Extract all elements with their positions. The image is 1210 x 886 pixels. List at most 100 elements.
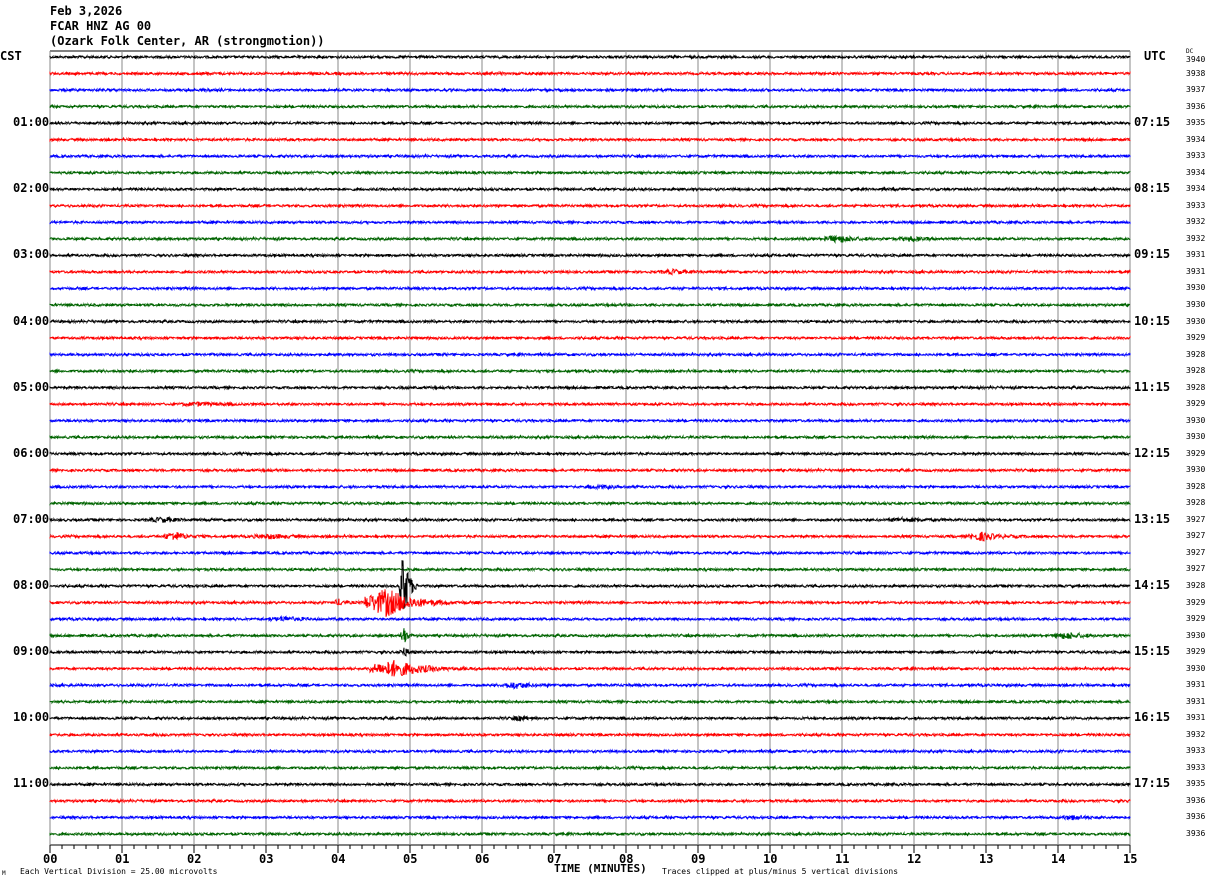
seismic-trace-row	[49, 53, 1131, 61]
x-tick-label: 06	[475, 852, 490, 866]
seismic-trace-row	[49, 136, 1131, 143]
dc-offset-value: 3930	[1186, 415, 1206, 425]
seismic-trace-row	[49, 234, 1131, 244]
dc-offset-value: 3929	[1186, 647, 1206, 657]
dc-offset-value: 3935	[1186, 118, 1206, 128]
dc-offset-value: 3930	[1186, 432, 1206, 442]
seismic-trace-row	[49, 731, 1131, 738]
right-hour-label: 09:15	[1134, 247, 1171, 262]
dc-offset-value: 3930	[1186, 663, 1206, 673]
dc-offset-value: 3928	[1186, 366, 1206, 376]
x-tick-label: 09	[691, 852, 706, 866]
seismic-trace-row	[49, 87, 1131, 94]
right-hour-label: 15:15	[1134, 644, 1171, 659]
dc-offset-value: 3930	[1186, 465, 1206, 475]
seismic-trace-row	[49, 647, 1131, 657]
seismic-trace-row	[49, 515, 1131, 524]
x-tick-label: 00	[43, 852, 58, 866]
dc-offset-value: 3929	[1186, 333, 1206, 343]
seismic-trace-row	[49, 417, 1131, 424]
dc-label: DC	[1186, 48, 1194, 55]
seismic-trace-row	[49, 797, 1131, 804]
seismic-trace-row	[49, 202, 1131, 209]
left-timezone-label: CST	[0, 49, 22, 63]
seismic-trace-row	[49, 169, 1131, 176]
dc-offset-value: 3931	[1186, 266, 1206, 276]
seismic-trace-row	[49, 814, 1131, 821]
dc-offset-value: 3930	[1186, 630, 1206, 640]
left-hour-label: 08:00	[13, 578, 50, 593]
seismic-trace-row	[49, 335, 1131, 342]
seismic-trace-row	[49, 628, 1131, 643]
seismic-trace-row	[49, 103, 1131, 110]
seismic-trace-row	[49, 681, 1131, 690]
dc-offset-value: 3931	[1186, 713, 1206, 723]
dc-offset-value: 3931	[1186, 680, 1206, 690]
seismic-trace-row	[49, 351, 1131, 358]
right-hour-label: 16:15	[1134, 710, 1171, 725]
seismic-trace-row	[49, 70, 1131, 77]
dc-offset-value: 3940	[1186, 55, 1206, 64]
seismic-trace-row	[49, 764, 1131, 771]
dc-offset-value: 3938	[1186, 68, 1206, 78]
clip-note: Traces clipped at plus/minus 5 vertical …	[662, 867, 899, 876]
right-hour-label: 10:15	[1134, 313, 1171, 328]
dc-offset-value: 3932	[1186, 729, 1206, 739]
helicorder-plot	[49, 50, 1131, 853]
dc-offset-value: 3929	[1186, 399, 1206, 409]
right-hour-label: 14:15	[1134, 578, 1171, 593]
dc-offset-value: 3933	[1186, 200, 1206, 210]
seismic-trace-row	[49, 830, 1131, 838]
left-hour-label: 02:00	[13, 181, 50, 196]
x-tick-label: 03	[259, 852, 274, 866]
x-tick-label: 10	[763, 852, 778, 866]
x-tick-label: 13	[979, 852, 994, 866]
right-timezone-label: UTC	[1144, 49, 1166, 63]
dc-offset-value: 3928	[1186, 498, 1206, 508]
seismic-trace-row	[49, 615, 1131, 623]
left-hour-label: 06:00	[13, 445, 50, 460]
dc-offset-value: 3931	[1186, 250, 1206, 260]
dc-offset-value: 3930	[1186, 299, 1206, 309]
dc-offset-value: 3928	[1186, 581, 1206, 591]
dc-offset-value: 3927	[1186, 564, 1206, 574]
dc-offset-value: 3929	[1186, 448, 1206, 458]
seismic-trace-row	[49, 659, 1131, 677]
dc-offset-value: 3935	[1186, 779, 1206, 789]
seismic-trace-row	[49, 714, 1131, 723]
scale-note: Each Vertical Division = 25.00 microvolt…	[20, 867, 218, 876]
dc-offset-value: 3934	[1186, 184, 1206, 194]
dc-offset-value: 3930	[1186, 283, 1206, 293]
seismic-trace-row	[49, 368, 1131, 375]
dc-offset-value: 3936	[1186, 829, 1206, 838]
seismic-trace-row	[49, 219, 1131, 226]
dc-offset-value: 3932	[1186, 217, 1206, 227]
dc-offset-value: 3932	[1186, 233, 1206, 243]
seismic-trace-row	[49, 589, 1131, 617]
dc-offset-value: 3933	[1186, 151, 1206, 161]
x-tick-label: 14	[1051, 852, 1066, 866]
x-tick-label: 05	[403, 852, 418, 866]
seismic-trace-row	[49, 186, 1131, 193]
x-tick-label: 12	[907, 852, 922, 866]
dc-offset-value: 3929	[1186, 614, 1206, 624]
dc-offset-value: 3936	[1186, 101, 1206, 111]
seismic-trace-row	[49, 748, 1131, 755]
dc-offset-value: 3936	[1186, 812, 1206, 822]
x-axis-label: TIME (MINUTES)	[554, 862, 647, 875]
left-hour-label: 11:00	[13, 776, 50, 791]
dc-offset-value: 3929	[1186, 597, 1206, 607]
left-hour-label: 10:00	[13, 710, 50, 725]
seismic-trace-row	[49, 301, 1131, 309]
dc-offset-value: 3928	[1186, 382, 1206, 392]
dc-offset-value: 3936	[1186, 795, 1206, 805]
right-hour-label: 13:15	[1134, 511, 1171, 526]
dc-offset-value: 3927	[1186, 514, 1206, 524]
right-hour-label: 11:15	[1134, 379, 1171, 394]
dc-offset-value: 3934	[1186, 167, 1206, 177]
left-hour-label: 07:00	[13, 511, 50, 526]
right-hour-label: 12:15	[1134, 445, 1171, 460]
seismic-trace-row	[49, 318, 1131, 325]
seismic-trace-row	[49, 153, 1131, 160]
right-hour-label: 17:15	[1134, 776, 1171, 791]
